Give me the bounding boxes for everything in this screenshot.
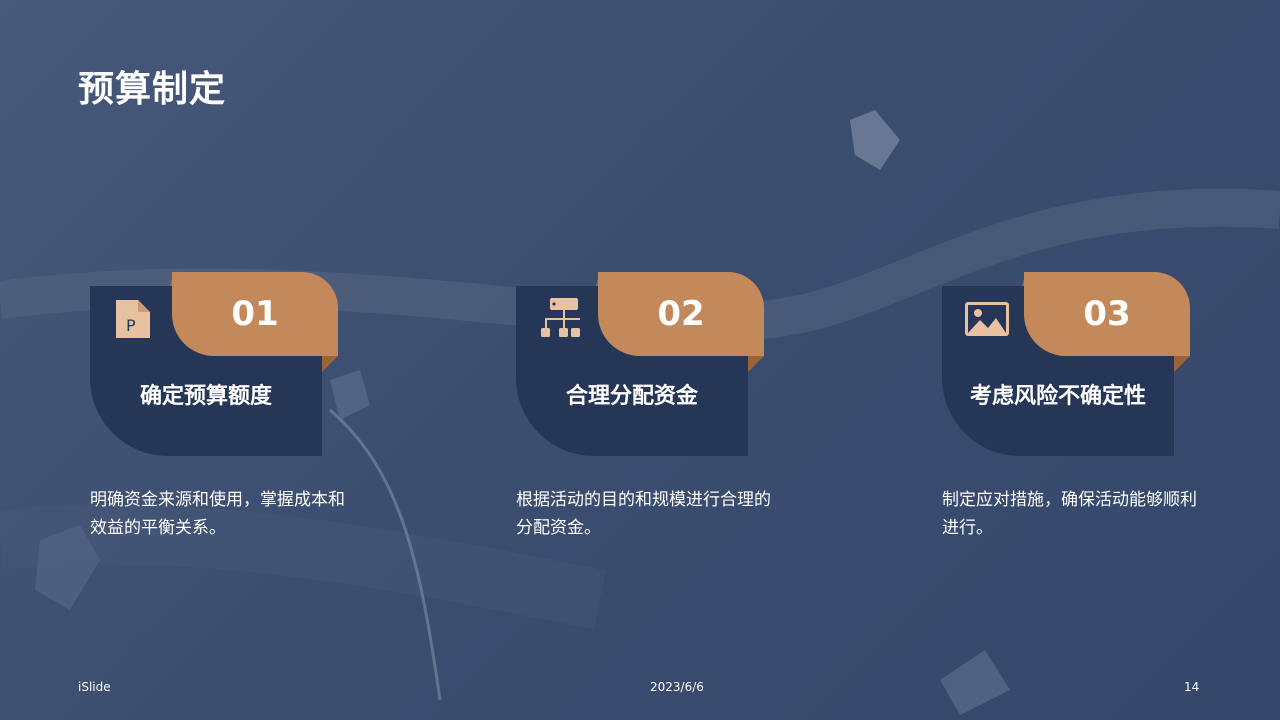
card-tab-shadow (322, 356, 338, 372)
card-description-2: 根据活动的目的和规模进行合理的分配资金。 (516, 490, 771, 538)
step-card-3: 03 考虑风险不确定性 (942, 272, 1192, 456)
svg-text:P: P (126, 316, 136, 335)
card-number: 03 (1083, 294, 1131, 334)
slide-title: 预算制定 (78, 69, 227, 110)
image-icon (965, 302, 1009, 336)
footer-date: 2023/6/6 (650, 680, 704, 694)
card-tab-shadow (1174, 356, 1190, 372)
card-tab-shadow (748, 356, 764, 372)
footer-brand: iSlide (78, 680, 111, 694)
footer-page-number: 14 (1184, 680, 1200, 694)
step-card-1: 01 P 确定预算额度 (90, 272, 340, 456)
card-heading: 确定预算额度 (139, 384, 272, 409)
card-description-3: 制定应对措施，确保活动能够顺利进行。 (942, 490, 1197, 538)
card-heading: 考虑风险不确定性 (969, 384, 1146, 409)
card-description-1: 明确资金来源和使用，掌握成本和效益的平衡关系。 (90, 490, 345, 538)
card-heading: 合理分配资金 (565, 384, 698, 409)
step-card-2: 02 合理分配资金 (516, 272, 766, 456)
hierarchy-chart-icon (541, 298, 580, 337)
document-p-icon: P (116, 300, 150, 338)
card-number: 02 (657, 294, 705, 334)
card-number: 01 (231, 294, 279, 334)
